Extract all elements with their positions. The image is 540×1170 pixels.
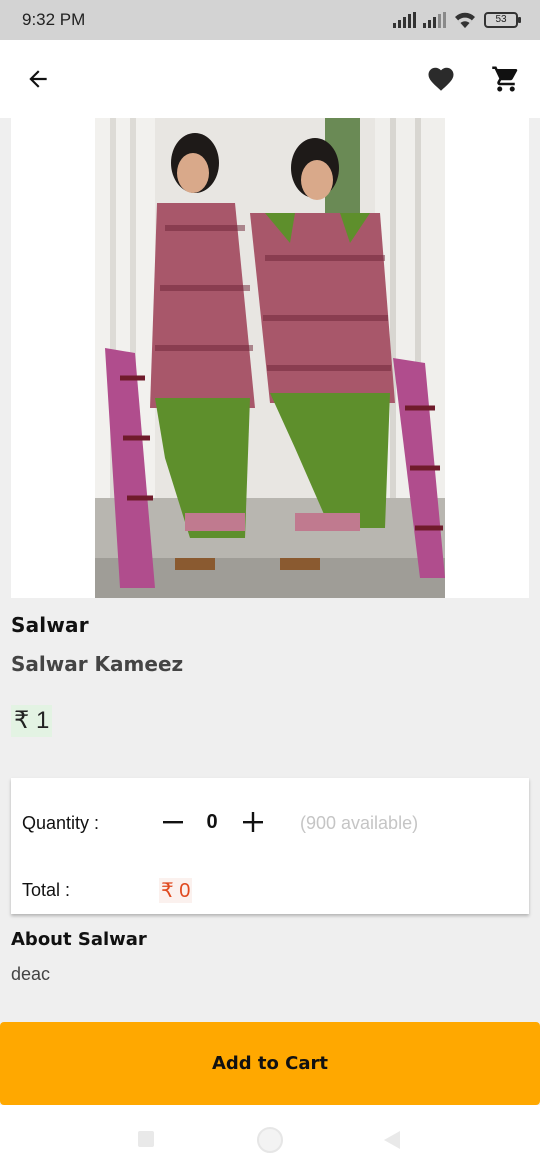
favorite-button[interactable] <box>421 59 461 99</box>
quantity-label: Quantity : <box>22 813 100 833</box>
product-subtitle: Salwar Kameez <box>11 652 184 676</box>
about-title: About Salwar <box>11 929 147 950</box>
wifi-icon <box>455 12 475 28</box>
add-to-cart-button[interactable]: Add to Cart <box>0 1022 540 1105</box>
status-bar: 9:32 PM 53 <box>0 0 540 40</box>
product-photo <box>95 118 445 598</box>
system-nav-bar <box>0 1105 540 1170</box>
increment-button[interactable] <box>239 808 267 836</box>
home-icon[interactable] <box>257 1127 283 1153</box>
status-icons: 53 <box>393 11 521 29</box>
quantity-value: 0 <box>206 811 218 833</box>
cart-icon <box>492 66 518 92</box>
signal-2-icon <box>423 12 446 28</box>
cart-button[interactable] <box>486 59 526 99</box>
heart-icon <box>428 67 454 91</box>
recents-icon[interactable] <box>138 1131 154 1147</box>
price-badge: ₹ 1 <box>11 705 53 737</box>
battery-icon: 53 <box>484 12 521 28</box>
product-image-card <box>11 118 529 598</box>
arrow-back-icon <box>29 70 47 88</box>
decrement-button[interactable] <box>159 808 187 836</box>
available-stock: (900 available) <box>300 813 419 833</box>
back-button[interactable] <box>18 59 58 99</box>
plus-icon <box>243 812 263 832</box>
product-name: Salwar <box>11 613 89 637</box>
total-value: ₹ 0 <box>159 878 193 903</box>
about-description: deac <box>11 964 51 984</box>
quantity-card: Quantity : 0 (900 available) Total : ₹ 0 <box>11 778 529 914</box>
status-time: 9:32 PM <box>22 10 86 29</box>
system-back-icon[interactable] <box>384 1131 400 1149</box>
total-label: Total : <box>22 880 71 900</box>
signal-icon <box>393 12 416 28</box>
app-bar <box>0 40 540 118</box>
minus-icon <box>163 821 183 824</box>
